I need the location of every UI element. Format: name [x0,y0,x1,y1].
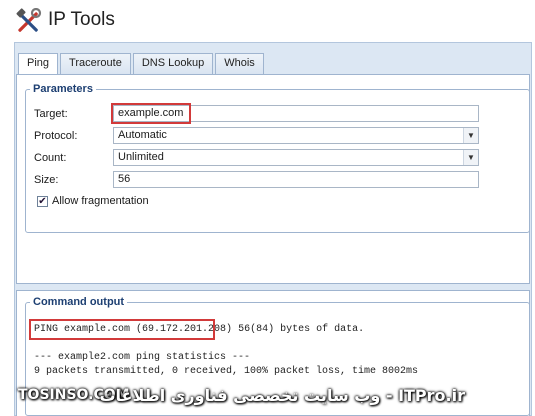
watermark-right: ITPro.ir - وب سایت تخصصی فناوری اطلاعات [99,386,465,405]
output-ping-rest: 56(84) bytes of data. [238,324,365,335]
output-line-ping: PING example.com (69.172.201.208) 56(84)… [34,324,364,335]
count-value: Unlimited [118,151,164,163]
output-line-stats-header: --- example2.com ping statistics --- [34,352,251,363]
tab-traceroute[interactable]: Traceroute [60,53,131,74]
tab-whois[interactable]: Whois [215,53,264,74]
target-input[interactable]: example.com [113,105,479,122]
protocol-select[interactable]: Automatic ▼ [113,127,479,144]
chevron-down-icon[interactable]: ▼ [463,128,478,143]
size-label: Size: [34,174,59,186]
checkmark-icon: ✔ [38,196,47,207]
protocol-value: Automatic [118,129,167,141]
output-line-stats: 9 packets transmitted, 0 received, 100% … [34,366,419,377]
watermark: TOSINSO.COM ITPro.ir - وب سایت تخصصی فنا… [0,384,535,416]
wrench-hammer-icon [16,8,42,32]
app-title: IP Tools [48,9,115,30]
tab-bar: Ping Traceroute DNS Lookup Whois [18,53,264,75]
count-select[interactable]: Unlimited ▼ [113,149,479,166]
size-input[interactable]: 56 [113,171,479,188]
tab-ping[interactable]: Ping [18,53,59,75]
tab-dns-lookup[interactable]: DNS Lookup [132,53,214,74]
chevron-down-icon[interactable]: ▼ [463,150,478,165]
parameters-legend: Parameters [33,83,93,95]
target-label: Target: [34,108,68,120]
protocol-label: Protocol: [34,130,78,142]
fragmentation-checkbox[interactable]: ✔ [37,196,48,207]
count-label: Count: [34,152,67,164]
title-bar: IP Tools [0,0,535,42]
fragmentation-label[interactable]: Allow fragmentation [52,195,149,207]
command-output-legend: Command output [33,296,125,308]
output-ping-highlighted: PING example.com (69.172.201.208) [34,324,233,335]
